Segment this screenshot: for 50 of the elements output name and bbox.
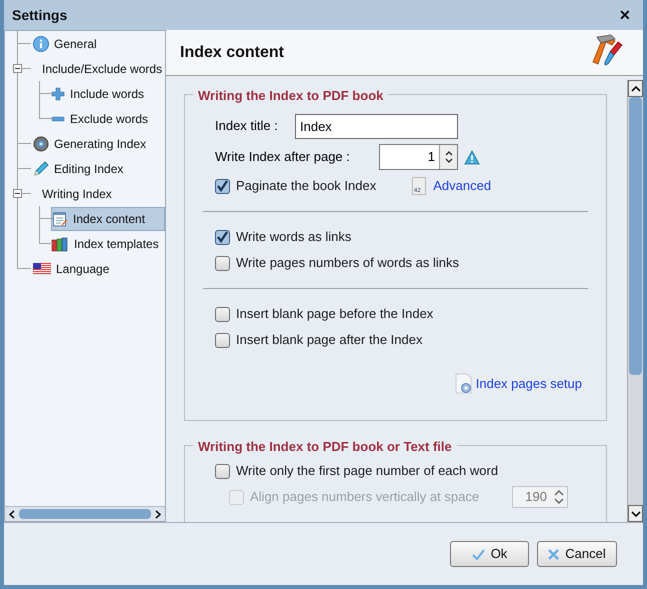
field-label: Write Index after page :	[215, 148, 351, 166]
checkbox[interactable]	[215, 230, 230, 244]
checkbox-label: Insert blank page after the Index	[236, 331, 422, 350]
check-icon	[472, 548, 485, 560]
tree-item[interactable]: Index content	[51, 206, 165, 230]
pencil-icon	[33, 160, 49, 176]
advanced-link[interactable]: Advanced	[433, 176, 492, 196]
minus-icon	[51, 116, 65, 122]
checkbox[interactable]	[215, 256, 230, 270]
window-title: Settings	[12, 6, 68, 25]
spinner-value: 1	[426, 148, 436, 166]
spinner-value: 190	[524, 488, 548, 506]
checkbox-label: Write pages numbers of words as links	[236, 254, 460, 272]
index-pages-setup-link[interactable]: Index pages setup	[476, 374, 582, 394]
notepad-icon	[52, 210, 68, 226]
spinner-arrows-icon[interactable]	[439, 145, 457, 169]
panel-title: Index content	[180, 42, 284, 62]
checkbox-label: Write only the first page number of each word	[236, 462, 498, 480]
checkbox[interactable]	[215, 332, 230, 348]
collapse-icon[interactable]	[13, 64, 22, 73]
close-icon	[548, 548, 560, 560]
checkbox-label: Write words as links	[236, 228, 352, 246]
info-icon	[33, 36, 49, 52]
books-icon	[51, 236, 69, 252]
tree-item[interactable]: Editing Index	[33, 156, 128, 180]
tree-item[interactable]: Writing Index	[33, 182, 116, 206]
checkbox-label: Paginate the book Index	[236, 177, 376, 196]
tree-item[interactable]: Include words	[51, 82, 148, 106]
tree-item[interactable]: Generating Index	[33, 132, 150, 156]
checkbox[interactable]	[215, 178, 230, 194]
checkbox[interactable]	[215, 306, 230, 322]
flag-icon	[33, 262, 51, 274]
tree-item[interactable]: General	[33, 32, 101, 56]
field-label: Index title :	[215, 117, 279, 136]
index-title-field[interactable]: Index	[295, 114, 458, 138]
tree-item[interactable]: Language	[33, 256, 114, 280]
cancel-button[interactable]: Cancel	[537, 541, 617, 567]
tree-item[interactable]: Index templates	[51, 232, 163, 256]
checkbox-label: Insert blank page before the Index	[236, 305, 434, 324]
ok-button[interactable]: Ok	[450, 541, 529, 567]
horizontal-scrollbar[interactable]	[5, 506, 165, 521]
checkbox[interactable]	[215, 464, 230, 478]
tree-item[interactable]: Exclude words	[51, 106, 152, 130]
collapse-icon[interactable]	[13, 189, 22, 198]
checkbox-label: Align pages numbers vertically at space	[250, 488, 480, 506]
vertical-scrollbar[interactable]	[627, 80, 643, 522]
tree-item[interactable]: Include/Exclude words	[33, 56, 166, 80]
plus-icon	[51, 86, 65, 100]
number-spinner[interactable]: 1	[379, 144, 458, 170]
close-button[interactable]: ✕	[615, 4, 635, 26]
